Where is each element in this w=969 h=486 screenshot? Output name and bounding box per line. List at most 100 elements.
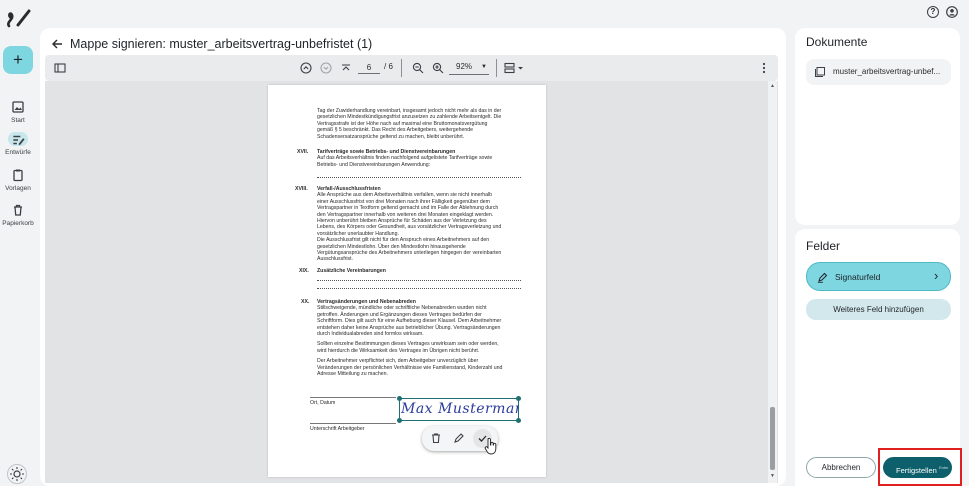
resize-handle[interactable]: [516, 396, 521, 401]
scroll-down-arrow[interactable]: ▼: [770, 473, 775, 479]
text-line: Die Ausschlussfrist gilt nicht für den A…: [317, 237, 490, 244]
text-line: Stillschweigende, mündliche oder schrift…: [317, 305, 487, 312]
back-arrow-icon[interactable]: [51, 38, 63, 50]
text-line: Betriebs- und Dienstvereinbarungen Anwen…: [317, 161, 431, 168]
rail-item-label: Vorlagen: [5, 185, 31, 192]
new-button[interactable]: +: [3, 46, 33, 74]
viewer-scrollbar[interactable]: ▲ ▼: [768, 81, 777, 483]
rail-item-trash[interactable]: Papierkorb: [0, 203, 36, 227]
zoom-out-icon[interactable]: [412, 62, 424, 74]
text-line: Auf das Arbeitsverhältnis finden nachfol…: [317, 155, 493, 162]
section-number: XIX.: [299, 268, 309, 274]
rail-item-drafts[interactable]: Entwürfe: [0, 132, 36, 156]
edit-pencil-icon[interactable]: [453, 432, 465, 444]
theme-toggle-button[interactable]: [7, 464, 27, 484]
section-title: Zusätzliche Vereinbarungen: [317, 268, 386, 274]
trash-icon: [14, 204, 22, 216]
pdf-viewer[interactable]: Tag der Zuwiderhandlung vereinbart, insg…: [45, 81, 778, 483]
text-line: gesetzlichen Mindestkündigungsfrist anzu…: [317, 114, 502, 121]
fill-line: [317, 177, 521, 178]
rail-item-templates[interactable]: Vorlagen: [0, 168, 36, 192]
section-number: XVII.: [297, 149, 309, 155]
page-number-input[interactable]: 6: [358, 61, 380, 74]
place-date-label: Ort, Datum: [310, 400, 336, 406]
documents-panel: Dokumente muster_arbeitsvertrag-unbef...: [795, 28, 960, 225]
fill-line: [317, 288, 521, 289]
rail-item-start[interactable]: Start: [0, 100, 36, 124]
text-line: wird hierdurch die Wirksamkeit des Vertr…: [317, 347, 480, 354]
layout-icon: [504, 62, 523, 74]
document-item-label: muster_arbeitsvertrag-unbef...: [833, 67, 941, 76]
next-page-icon[interactable]: [320, 62, 332, 74]
scroll-thumb[interactable]: [770, 407, 775, 470]
paragraph: Tag der Zuwiderhandlung vereinbart, insg…: [317, 108, 501, 140]
text-line: Schriftform. Dies gilt auch für eine Auf…: [317, 318, 502, 325]
rail-item-label: Papierkorb: [2, 220, 34, 227]
image-icon: [12, 101, 24, 113]
cancel-button[interactable]: Abbrechen: [806, 457, 876, 478]
text-line: Alle Ansprüche aus dem Arbeitsverhältnis…: [317, 192, 493, 199]
text-line: Lebens, des Körpers oder Gesundheit, aus…: [317, 224, 502, 231]
resize-handle[interactable]: [397, 418, 402, 423]
fill-line: [310, 397, 396, 398]
more-options-icon[interactable]: [762, 62, 766, 74]
fields-panel: Felder Signaturfeld › Weiteres Feld hinz…: [795, 229, 962, 486]
text-line: Adresse Mitteilung zu machen.: [317, 371, 388, 378]
draft-icon: [13, 135, 25, 146]
finish-button[interactable]: Fertigstellen Enter: [883, 457, 952, 478]
text-line: Der Arbeitnehmer verpflichtet sich, dem …: [317, 358, 479, 365]
text-line: Ausschlussfrist.: [317, 256, 354, 263]
pdf-page: Tag der Zuwiderhandlung vereinbart, insg…: [268, 85, 546, 477]
zoom-value: 92%: [456, 62, 473, 71]
resize-handle[interactable]: [397, 396, 402, 401]
rail-item-label: Start: [11, 117, 25, 124]
zoom-in-icon[interactable]: [432, 62, 444, 74]
section-number: XVIII.: [295, 186, 308, 192]
section-18: Verfall-/Ausschlussfristen Alle Ansprüch…: [317, 186, 501, 263]
previous-page-icon[interactable]: [300, 62, 312, 74]
fill-line: [310, 423, 396, 424]
app-logo: [4, 6, 34, 32]
document-item[interactable]: muster_arbeitsvertrag-unbef...: [806, 59, 951, 85]
section-20: Vertragsänderungen und Nebenabreden Stil…: [317, 299, 502, 377]
finish-shortcut-hint: Enter: [938, 465, 949, 470]
toolbar-divider: [401, 59, 402, 77]
sun-icon: [10, 467, 24, 481]
help-icon[interactable]: ?: [927, 6, 939, 18]
fill-line: [317, 280, 521, 281]
toolbar-divider: [496, 59, 497, 77]
signature-text: Max Mustermann: [401, 401, 519, 417]
signature-field-item[interactable]: Signaturfeld ›: [806, 262, 951, 291]
sidebar-toggle-icon[interactable]: [54, 62, 66, 74]
view-mode-button[interactable]: [504, 62, 526, 74]
document-stack-icon: [815, 67, 825, 77]
text-line: Sollten einzelne Bestimmungen dieses Ver…: [317, 341, 499, 348]
documents-title: Dokumente: [806, 35, 868, 49]
section-number: XX.: [301, 299, 310, 305]
resize-handle[interactable]: [516, 418, 521, 423]
text-line: Schadensersatzansprüche geltend zu mache…: [317, 133, 465, 140]
signature-field[interactable]: Max Mustermann: [397, 396, 521, 423]
text-line: Vertragspartner in Textform geltend gema…: [317, 205, 499, 212]
add-field-button[interactable]: Weiteres Feld hinzufügen: [806, 299, 951, 320]
page-title: Mappe signieren: muster_arbeitsvertrag-u…: [70, 37, 373, 51]
finish-label: Fertigstellen: [896, 466, 937, 475]
hand-cursor-icon: [484, 437, 497, 455]
page-total: / 6: [384, 62, 393, 71]
clipboard-icon: [13, 169, 23, 182]
account-icon[interactable]: [946, 6, 958, 18]
chevron-down-icon: ▼: [481, 64, 487, 70]
pdf-toolbar: 6 / 6 92% ▼: [45, 55, 778, 81]
zoom-select[interactable]: 92% ▼: [449, 60, 489, 75]
main-card: Mappe signieren: muster_arbeitsvertrag-u…: [40, 28, 786, 486]
delete-icon[interactable]: [430, 432, 442, 444]
signature-field-label: Signaturfeld: [835, 272, 881, 282]
section-17: Tarifverträge sowie Betriebs- und Dienst…: [317, 149, 492, 168]
fields-title: Felder: [806, 239, 841, 253]
rail-item-label: Entwürfe: [5, 149, 31, 156]
signature-pen-icon: [817, 272, 828, 283]
first-page-icon[interactable]: [340, 62, 352, 74]
scroll-up-arrow[interactable]: ▲: [770, 83, 775, 89]
chevron-right-icon: ›: [934, 268, 939, 283]
employer-signature-label: Unterschrift Arbeitgeber: [310, 426, 365, 432]
